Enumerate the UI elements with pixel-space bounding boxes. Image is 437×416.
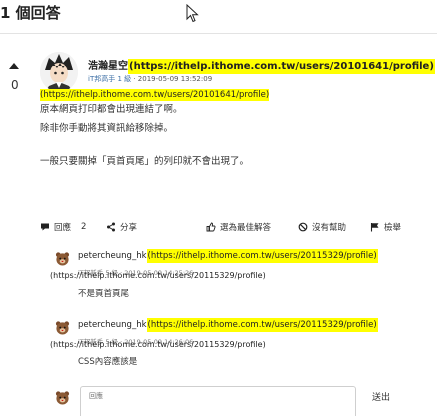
share-label: 分享 [120, 223, 138, 233]
section-divider [0, 33, 437, 34]
report-action[interactable]: 檢舉 [370, 221, 401, 233]
author-rank[interactable]: iT邦高手 1 級 [88, 75, 131, 83]
ban-icon [298, 222, 308, 232]
comment-author[interactable]: petercheung_hk(https://ithelp.ithome.com… [78, 318, 378, 332]
unhelpful-label: 沒有幫助 [312, 223, 347, 233]
thumbs-up-icon [206, 222, 216, 232]
reply-input[interactable] [80, 386, 356, 416]
bear-avatar-icon [55, 391, 70, 405]
author-profile-url[interactable]: (https://ithelp.ithome.com.tw/users/2010… [128, 59, 435, 74]
reply-count: 2 [81, 222, 87, 232]
printed-profile-url: (https://ithelp.ithome.com.tw/users/2010… [40, 89, 270, 101]
upvote-arrow-icon[interactable] [9, 63, 19, 69]
answer-page: 1 個回答 0 浩瀚星空(https://ithelp.ithome.com.t… [0, 0, 437, 416]
bear-avatar-icon[interactable] [55, 320, 70, 335]
answers-count-title: 1 個回答 [0, 4, 61, 22]
send-button[interactable]: 送出 [372, 390, 390, 403]
anime-avatar-icon [40, 52, 78, 92]
bear-avatar-icon[interactable] [55, 251, 70, 266]
comment-author-name[interactable]: petercheung_hk [78, 251, 147, 261]
comment-author-url[interactable]: (https://ithelp.ithome.com.tw/users/2011… [146, 318, 378, 332]
answer-author[interactable]: 浩瀚星空(https://ithelp.ithome.com.tw/users/… [88, 57, 435, 74]
flag-icon [370, 223, 379, 232]
comment-author[interactable]: petercheung_hk(https://ithelp.ithome.com… [78, 249, 378, 263]
comment-text: CSS內容應該是 [78, 357, 138, 367]
comment-icon [41, 223, 49, 231]
author-name[interactable]: 浩瀚星空 [88, 61, 128, 72]
reply-label: 回應 [54, 223, 72, 233]
answer-url-line: (https://ithelp.ithome.com.tw/users/2010… [40, 89, 270, 101]
share-icon [107, 222, 115, 232]
unhelpful-action[interactable]: 沒有幫助 [298, 221, 346, 233]
answer-meta: iT邦高手 1 級 · 2019-05-09 13:52:09 [88, 74, 212, 84]
answer-body-line-3: 一般只要關掉「頁首頁尾」的列印就不會出現了。 [40, 156, 250, 167]
answer-body-line-2: 除非你手動將其資訊給移除掉。 [40, 123, 174, 134]
comment-author-url[interactable]: (https://ithelp.ithome.com.tw/users/2011… [146, 249, 378, 263]
comment-author-name[interactable]: petercheung_hk [78, 320, 147, 330]
comment-url-line: (https://ithelp.ithome.com.tw/users/2011… [50, 271, 266, 280]
mouse-cursor-icon [186, 4, 199, 23]
report-label: 檢舉 [384, 223, 402, 233]
answer-timestamp: · 2019-05-09 13:52:09 [133, 75, 213, 83]
comment-text: 不是頁首頁尾 [78, 289, 130, 299]
vote-count: 0 [11, 78, 19, 92]
answer-body-line-1: 原本網頁打印都會出現連結了啊。 [40, 104, 183, 115]
best-answer-action[interactable]: 選為最佳解答 [206, 221, 271, 233]
avatar[interactable] [40, 52, 78, 92]
comment-url-line: (https://ithelp.ithome.com.tw/users/2011… [50, 340, 266, 349]
share-action[interactable]: 分享 [106, 221, 137, 233]
best-answer-label: 選為最佳解答 [220, 223, 272, 233]
reply-action[interactable]: 回應 2 [40, 221, 86, 233]
